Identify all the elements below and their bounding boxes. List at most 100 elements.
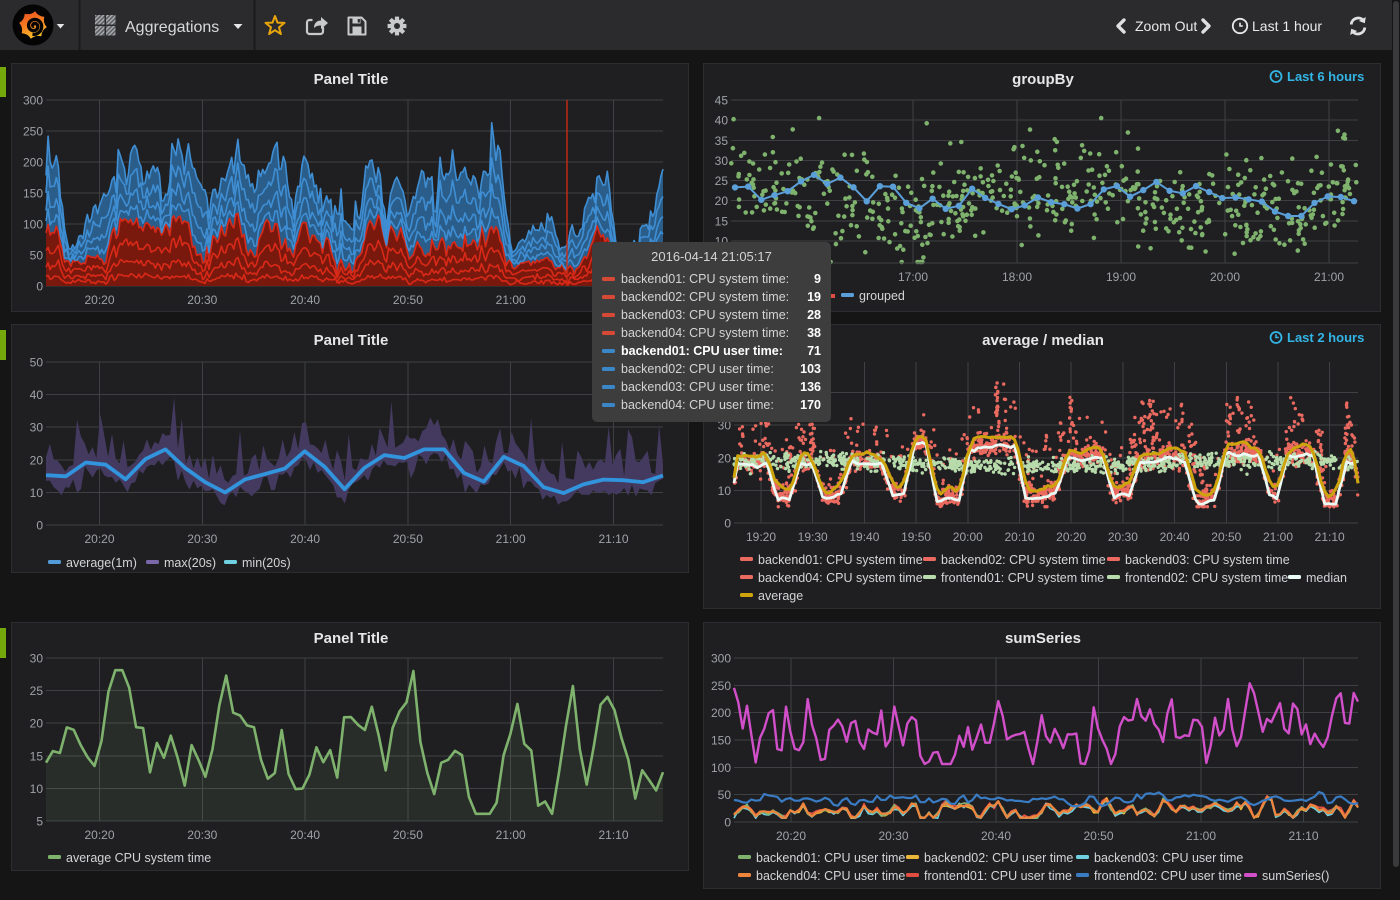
svg-text:Zoom Out: Zoom Out — [1135, 18, 1197, 34]
svg-text:18:00: 18:00 — [1002, 270, 1032, 284]
svg-text:15: 15 — [715, 214, 729, 228]
svg-text:20:00: 20:00 — [953, 530, 983, 544]
svg-text:20:30: 20:30 — [187, 532, 217, 546]
svg-text:20: 20 — [30, 717, 44, 731]
svg-text:21:00: 21:00 — [496, 532, 526, 546]
svg-text:median: median — [1306, 571, 1347, 585]
svg-text:frontend01: CPU system time: frontend01: CPU system time — [941, 571, 1104, 585]
svg-text:20:40: 20:40 — [981, 829, 1011, 843]
svg-text:250: 250 — [23, 125, 43, 139]
svg-text:50: 50 — [30, 249, 44, 263]
svg-text:30: 30 — [30, 421, 44, 435]
svg-text:frontend02: CPU user time: frontend02: CPU user time — [1094, 869, 1242, 883]
svg-text:20:50: 20:50 — [393, 828, 423, 842]
svg-text:150: 150 — [23, 187, 43, 201]
svg-text:20:30: 20:30 — [187, 293, 217, 307]
svg-text:Panel Title: Panel Title — [314, 630, 389, 647]
svg-text:35: 35 — [715, 134, 729, 148]
svg-text:backend01: CPU user time: backend01: CPU user time — [756, 851, 905, 865]
svg-text:backend03: CPU user time: backend03: CPU user time — [1094, 851, 1243, 865]
svg-text:backend04: CPU user time: backend04: CPU user time — [756, 869, 905, 883]
svg-text:average: average — [758, 589, 803, 603]
svg-text:20:00: 20:00 — [1210, 270, 1240, 284]
svg-text:0: 0 — [36, 519, 43, 533]
svg-text:20:20: 20:20 — [776, 829, 806, 843]
svg-text:25: 25 — [715, 174, 729, 188]
svg-text:Last 2 hours: Last 2 hours — [1287, 330, 1364, 345]
svg-text:min(20s): min(20s) — [242, 556, 291, 570]
svg-text:20:20: 20:20 — [84, 293, 114, 307]
svg-text:frontend02: CPU system time: frontend02: CPU system time — [1125, 571, 1288, 585]
svg-text:40: 40 — [715, 114, 729, 128]
svg-text:19:40: 19:40 — [849, 530, 879, 544]
svg-text:20: 20 — [715, 194, 729, 208]
svg-text:backend01: CPU system time: backend01: CPU system time — [758, 553, 923, 567]
svg-text:200: 200 — [711, 706, 731, 720]
svg-text:50: 50 — [718, 788, 732, 802]
svg-text:20:10: 20:10 — [1004, 530, 1034, 544]
svg-text:average(1m): average(1m) — [66, 556, 137, 570]
svg-text:0: 0 — [724, 816, 731, 830]
svg-text:Panel Title: Panel Title — [314, 71, 389, 88]
svg-text:19:00: 19:00 — [1106, 270, 1136, 284]
svg-text:250: 250 — [711, 679, 731, 693]
svg-text:Aggregations: Aggregations — [125, 19, 219, 36]
svg-text:21:00: 21:00 — [496, 828, 526, 842]
svg-text:20:50: 20:50 — [393, 293, 423, 307]
svg-text:21:00: 21:00 — [1186, 829, 1216, 843]
svg-text:15: 15 — [30, 749, 44, 763]
svg-text:40: 40 — [30, 388, 44, 402]
svg-text:100: 100 — [23, 218, 43, 232]
svg-text:backend02: CPU system time: backend02: CPU system time — [941, 553, 1106, 567]
svg-text:20:20: 20:20 — [84, 828, 114, 842]
svg-text:20:50: 20:50 — [393, 532, 423, 546]
svg-text:200: 200 — [23, 156, 43, 170]
svg-text:25: 25 — [30, 684, 44, 698]
svg-text:10: 10 — [30, 486, 44, 500]
svg-text:100: 100 — [711, 761, 731, 775]
svg-text:300: 300 — [711, 652, 731, 666]
svg-text:20:30: 20:30 — [187, 828, 217, 842]
svg-text:backend03: CPU system time: backend03: CPU system time — [1125, 553, 1290, 567]
svg-text:20:30: 20:30 — [878, 829, 908, 843]
svg-text:17:00: 17:00 — [898, 270, 928, 284]
svg-text:21:00: 21:00 — [1314, 270, 1344, 284]
svg-text:average / median: average / median — [982, 332, 1104, 349]
svg-text:20:20: 20:20 — [1056, 530, 1086, 544]
svg-text:45: 45 — [715, 94, 729, 108]
svg-text:groupBy: groupBy — [1012, 71, 1074, 88]
svg-text:frontend01: CPU user time: frontend01: CPU user time — [924, 869, 1072, 883]
svg-text:grouped: grouped — [859, 289, 905, 303]
svg-text:300: 300 — [23, 94, 43, 108]
svg-text:20:40: 20:40 — [290, 293, 320, 307]
svg-text:30: 30 — [30, 652, 44, 666]
svg-text:20:40: 20:40 — [1160, 530, 1190, 544]
svg-text:20: 20 — [30, 453, 44, 467]
svg-text:20:50: 20:50 — [1083, 829, 1113, 843]
svg-text:21:10: 21:10 — [1315, 530, 1345, 544]
svg-text:average CPU system time: average CPU system time — [66, 851, 211, 865]
svg-text:21:10: 21:10 — [598, 532, 628, 546]
svg-text:21:10: 21:10 — [1288, 829, 1318, 843]
svg-text:19:30: 19:30 — [798, 530, 828, 544]
svg-text:20:30: 20:30 — [1108, 530, 1138, 544]
svg-text:10: 10 — [718, 484, 732, 498]
svg-text:20:20: 20:20 — [84, 532, 114, 546]
svg-text:0: 0 — [724, 517, 731, 531]
svg-text:5: 5 — [36, 815, 43, 829]
svg-text:sumSeries: sumSeries — [1005, 630, 1081, 647]
svg-text:50: 50 — [30, 356, 44, 370]
svg-text:20:40: 20:40 — [290, 532, 320, 546]
svg-text:21:00: 21:00 — [496, 293, 526, 307]
svg-text:0: 0 — [36, 280, 43, 294]
svg-text:Panel Title: Panel Title — [314, 332, 389, 349]
svg-text:Last 1 hour: Last 1 hour — [1252, 18, 1322, 34]
svg-text:20:50: 20:50 — [1211, 530, 1241, 544]
svg-text:20:40: 20:40 — [290, 828, 320, 842]
svg-text:150: 150 — [711, 734, 731, 748]
svg-text:Last 6 hours: Last 6 hours — [1287, 69, 1364, 84]
svg-text:21:00: 21:00 — [1263, 530, 1293, 544]
svg-text:20: 20 — [718, 451, 732, 465]
svg-text:19:20: 19:20 — [746, 530, 776, 544]
svg-text:30: 30 — [715, 154, 729, 168]
